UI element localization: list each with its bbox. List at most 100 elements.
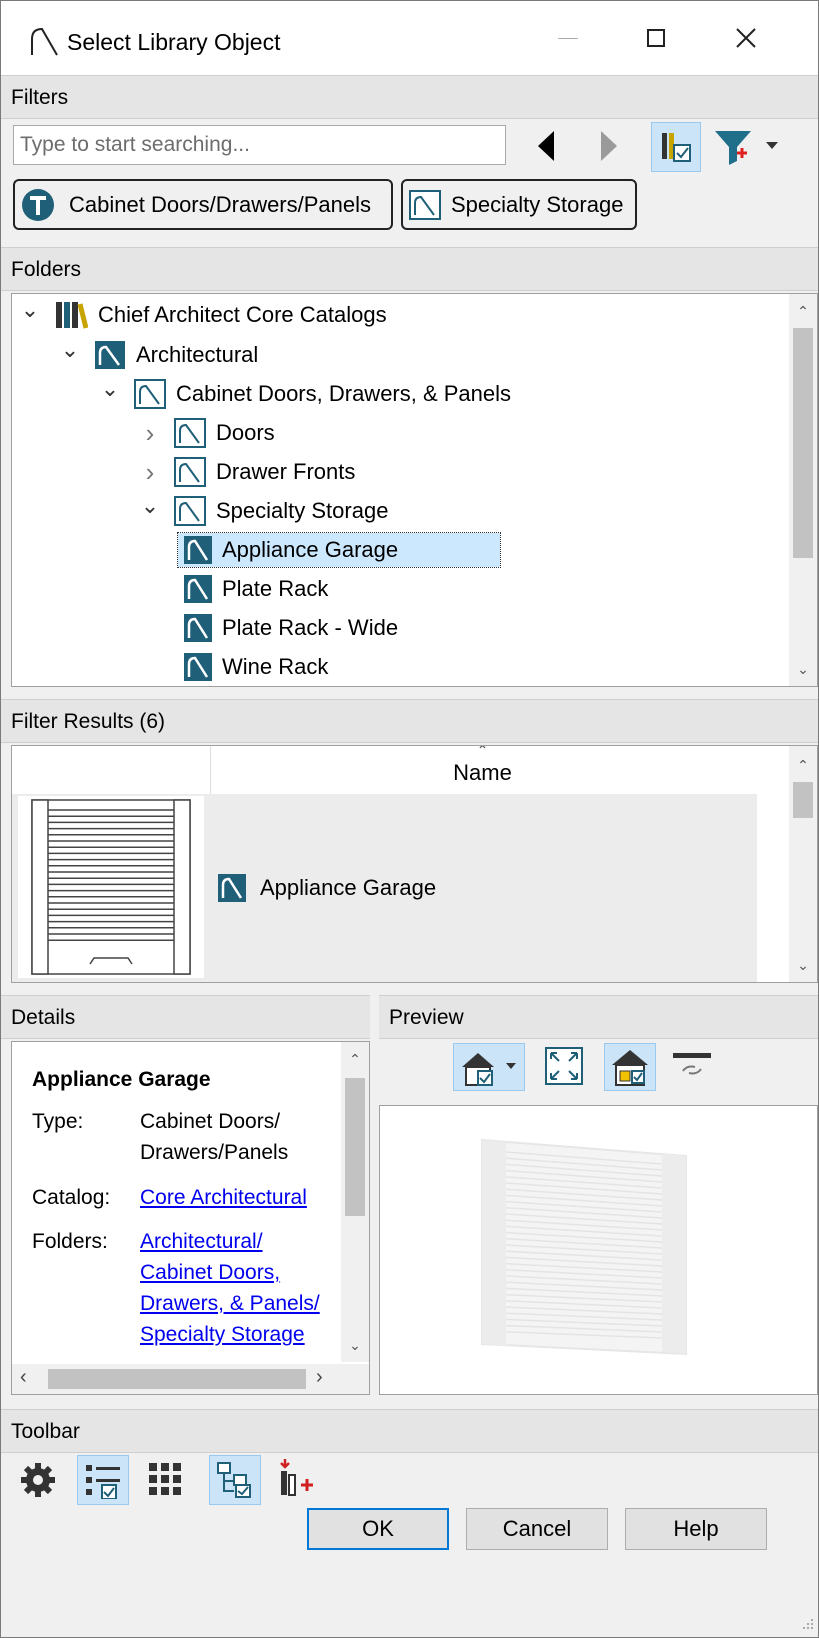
preview-header-label: Preview <box>389 1006 464 1029</box>
folder-tree-scrollbar[interactable]: ⌃ ⌄ <box>789 294 817 686</box>
tree-item[interactable]: Wine Rack <box>178 650 328 684</box>
library-books-icon <box>54 300 88 330</box>
ok-button[interactable]: OK <box>307 1508 449 1550</box>
scroll-down-icon[interactable]: ⌄ <box>789 656 817 682</box>
fit-to-window-icon[interactable] <box>545 1047 583 1085</box>
house-materials-icon <box>612 1050 648 1086</box>
tree-item[interactable]: ⌄ Architectural <box>58 337 258 372</box>
scroll-right-icon[interactable]: › <box>316 1366 323 1389</box>
back-arrow-icon[interactable] <box>534 129 558 163</box>
title-bar: Select Library Object <box>1 1 818 75</box>
folder-path-link[interactable]: Drawers, & Panels/ <box>140 1288 320 1319</box>
gear-icon[interactable] <box>19 1461 57 1499</box>
tree-view-icon <box>217 1462 251 1498</box>
scrollbar-thumb[interactable] <box>345 1078 365 1216</box>
camera-view-toggle[interactable] <box>453 1043 525 1091</box>
tree-item-label: Cabinet Doors, Drawers, & Panels <box>176 381 512 406</box>
toolbar-header-label: Toolbar <box>11 1420 80 1443</box>
library-object-icon <box>184 614 212 642</box>
tree-item-label: Chief Architect Core Catalogs <box>98 302 387 327</box>
chevron-down-icon[interactable] <box>765 141 779 151</box>
scroll-up-icon[interactable]: ⌃ <box>789 298 817 324</box>
folder-outline-icon <box>174 457 206 487</box>
minimize-icon <box>558 37 578 39</box>
grid-view-icon[interactable] <box>147 1461 183 1497</box>
chevron-right-icon[interactable]: › <box>138 418 162 449</box>
scroll-down-icon[interactable]: ⌄ <box>789 952 817 978</box>
folder-outline-icon <box>174 496 206 526</box>
library-object-icon <box>184 575 212 603</box>
chevron-down-icon[interactable]: ⌄ <box>138 493 162 519</box>
minimize-button[interactable] <box>528 1 608 75</box>
maximize-button[interactable] <box>616 1 696 75</box>
table-row[interactable]: Appliance Garage <box>12 794 757 982</box>
list-view-toggle[interactable] <box>77 1455 129 1505</box>
preview-canvas[interactable] <box>379 1105 818 1395</box>
scrollbar-thumb[interactable] <box>793 782 813 818</box>
results-list[interactable]: ⌃ Name Appliance Garage ⌃ ⌄ <box>11 745 818 983</box>
folder-tree[interactable]: ⌄ Chief Architect Core Catalogs ⌄ Architect… <box>11 293 818 687</box>
house-view-icon <box>462 1053 516 1086</box>
filter-chip-cabinet-doors[interactable]: Cabinet Doors/Drawers/Panels <box>13 179 393 230</box>
folder-path-link[interactable]: Specialty Storage <box>140 1319 320 1350</box>
library-object-icon <box>184 536 212 564</box>
scroll-left-icon[interactable]: ‹ <box>20 1366 27 1389</box>
sort-up-icon: ⌃ <box>476 745 489 758</box>
scrollbar-thumb[interactable] <box>48 1369 306 1389</box>
resize-grip-icon[interactable] <box>797 1615 815 1633</box>
chevron-down-icon[interactable]: ⌄ <box>18 297 42 323</box>
details-object-name: Appliance Garage <box>32 1068 211 1091</box>
details-hscrollbar[interactable]: ‹ › <box>12 1364 369 1394</box>
scroll-down-icon[interactable]: ⌄ <box>341 1332 369 1358</box>
type-value-line: Drawers/Panels <box>140 1141 289 1164</box>
results-scrollbar[interactable]: ⌃ ⌄ <box>789 746 817 982</box>
tree-item-label: Doors <box>216 420 275 445</box>
filter-chip-specialty-storage[interactable]: Specialty Storage <box>401 179 637 230</box>
folder-outline-icon <box>409 189 441 220</box>
chevron-right-icon[interactable]: › <box>138 457 162 488</box>
type-value: Cabinet Doors/ Drawers/Panels <box>140 1106 288 1168</box>
search-input[interactable] <box>13 125 506 165</box>
show-materials-toggle[interactable] <box>604 1043 656 1091</box>
filter-chip-label: Cabinet Doors/Drawers/Panels <box>69 191 372 217</box>
tree-item-label: Drawer Fronts <box>216 459 356 484</box>
tree-item[interactable]: › Doors <box>138 416 275 450</box>
folders-label: Folders: <box>32 1230 108 1253</box>
tree-item-label: Plate Rack - Wide <box>222 615 399 640</box>
rotate-preview-icon[interactable] <box>671 1051 713 1081</box>
tree-item[interactable]: ⌄ Specialty Storage <box>138 493 388 528</box>
forward-arrow-icon[interactable] <box>597 129 621 163</box>
add-to-library-icon[interactable] <box>277 1457 317 1499</box>
toolbar-header: Toolbar <box>1 1409 818 1453</box>
tree-item[interactable]: Plate Rack <box>178 572 328 606</box>
tree-item[interactable]: ⌄ Chief Architect Core Catalogs <box>18 297 387 332</box>
type-value-line: Cabinet Doors/ <box>140 1110 281 1133</box>
folder-outline-icon <box>134 379 166 409</box>
close-button[interactable] <box>706 1 786 75</box>
tree-view-toggle[interactable] <box>209 1455 261 1505</box>
chevron-down-icon[interactable]: ⌄ <box>58 337 82 363</box>
catalog-link[interactable]: Core Architectural <box>140 1182 307 1213</box>
chevron-down-icon[interactable]: ⌄ <box>98 376 122 402</box>
tree-item-label: Plate Rack <box>222 576 329 601</box>
thumbnail-column-header <box>12 746 211 794</box>
tree-item[interactable]: Plate Rack - Wide <box>178 611 398 645</box>
details-vscrollbar[interactable]: ⌃ ⌄ <box>341 1042 369 1362</box>
tree-item-label: Wine Rack <box>222 654 329 679</box>
scroll-up-icon[interactable]: ⌃ <box>789 752 817 778</box>
appliance-garage-3d-preview <box>481 1138 687 1356</box>
folder-path-link[interactable]: Cabinet Doors, <box>140 1257 320 1288</box>
scroll-up-icon[interactable]: ⌃ <box>341 1046 369 1072</box>
cancel-button[interactable]: Cancel <box>466 1508 608 1550</box>
folder-path-link[interactable]: Architectural/ <box>140 1226 320 1257</box>
tree-item[interactable]: Appliance Garage <box>177 532 501 568</box>
name-column-header[interactable]: ⌃ Name <box>210 746 755 794</box>
help-button[interactable]: Help <box>625 1508 767 1550</box>
library-object-icon <box>218 874 246 902</box>
show-library-contents-toggle[interactable] <box>651 122 701 172</box>
library-object-icon <box>184 653 212 681</box>
tree-item[interactable]: › Drawer Fronts <box>138 455 355 489</box>
filter-funnel-icon[interactable] <box>713 127 759 169</box>
tree-item[interactable]: ⌄ Cabinet Doors, Drawers, & Panels <box>98 376 512 411</box>
scrollbar-thumb[interactable] <box>793 328 813 558</box>
